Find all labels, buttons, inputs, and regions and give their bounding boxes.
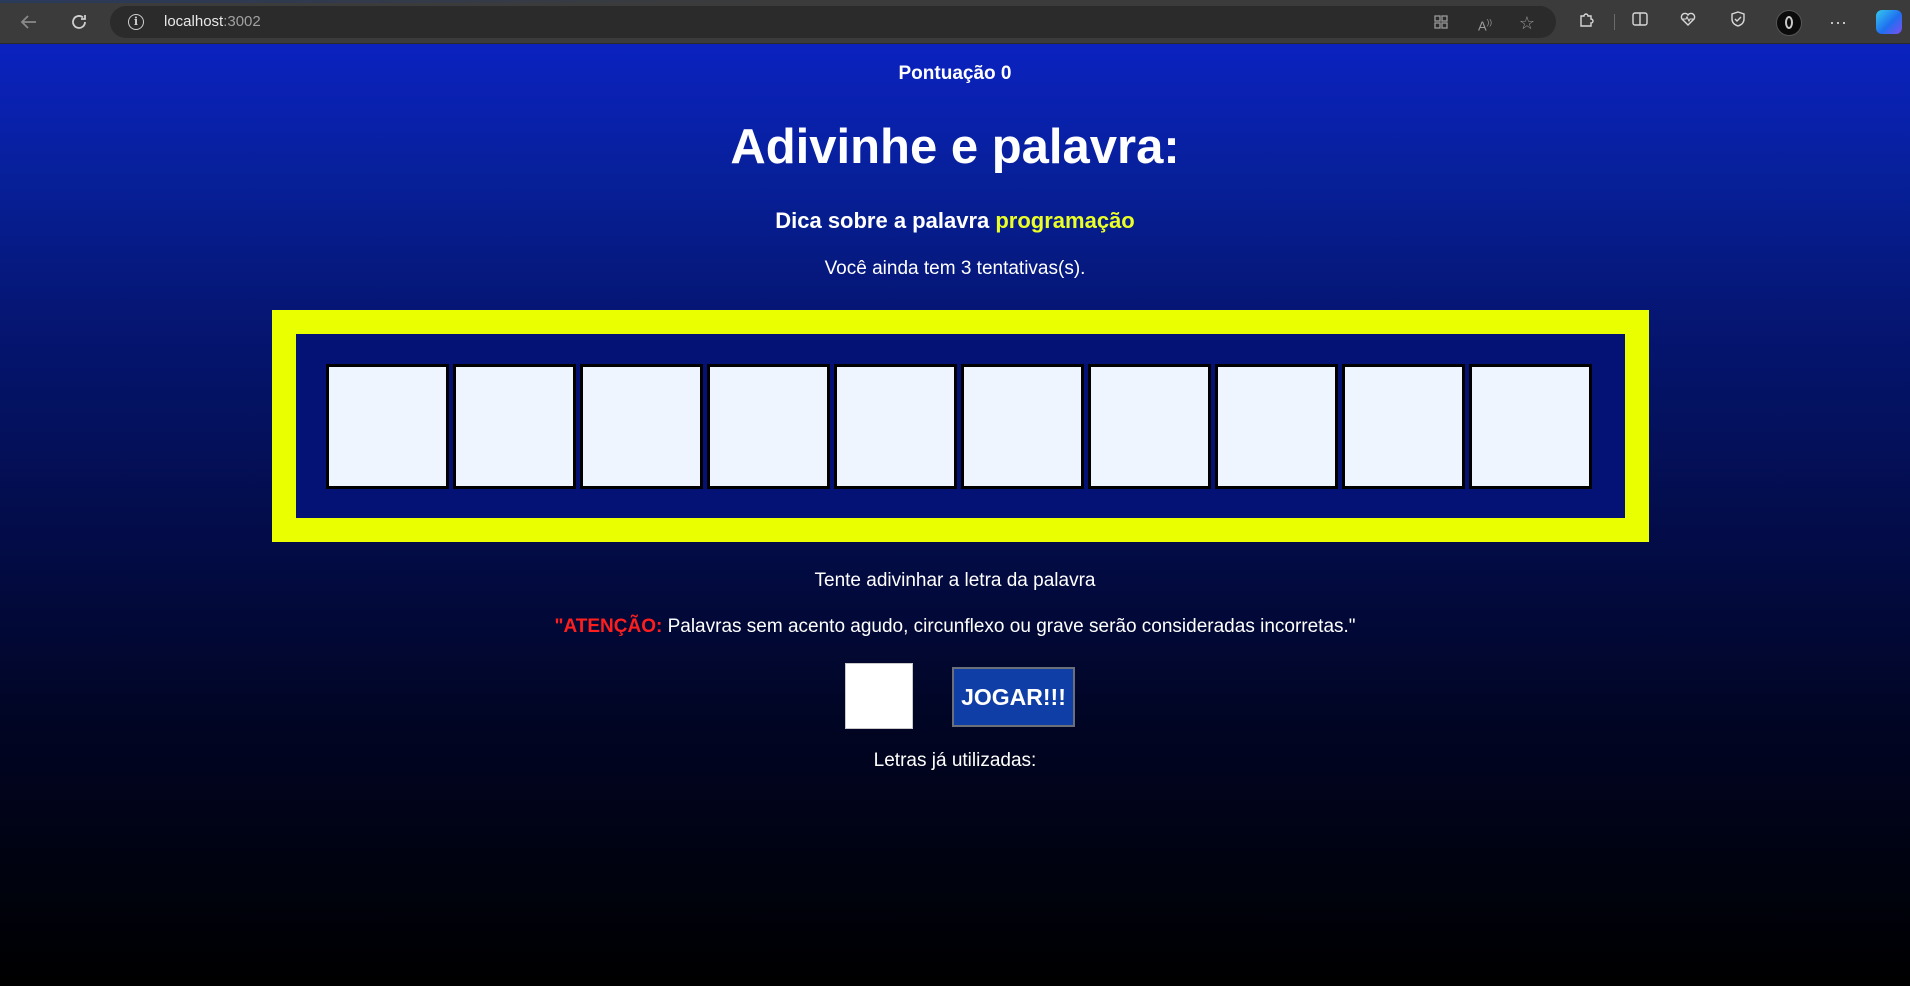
reload-icon — [72, 15, 86, 29]
letter-box — [453, 364, 576, 489]
back-button[interactable] — [14, 8, 44, 36]
url-host: localhost — [164, 13, 224, 30]
hint-prefix: Dica sobre a palavra — [775, 208, 996, 233]
hint-word: programação — [995, 208, 1135, 233]
puzzle-icon[interactable] — [1574, 10, 1598, 34]
letter-input[interactable] — [845, 663, 913, 729]
shield-icon[interactable] — [1726, 10, 1750, 34]
address-bar[interactable]: i localhost:3002 A)) ☆ — [110, 6, 1556, 38]
warning-text: "ATENÇÃO: Palavras sem acento agudo, cir… — [0, 616, 1910, 638]
letter-box — [1088, 364, 1211, 489]
page-title: Adivinhe e palavra: — [730, 120, 1180, 174]
letter-box — [961, 364, 1084, 489]
url-text[interactable]: localhost:3002 — [164, 13, 261, 30]
used-letters-label: Letras já utilizadas: — [873, 750, 1037, 771]
warning-label: "ATENÇÃO: — [554, 616, 663, 637]
reload-button[interactable] — [64, 8, 94, 36]
info-icon[interactable]: i — [128, 14, 144, 30]
remaining-tries: Você ainda tem 3 tentativas(s). — [824, 258, 1086, 279]
browser-toolbar: i localhost:3002 A)) ☆ ··· — [0, 0, 1910, 44]
word-board — [296, 334, 1625, 518]
copilot-icon[interactable] — [1876, 10, 1902, 34]
avatar[interactable] — [1776, 10, 1802, 36]
app-grid-icon[interactable] — [1432, 14, 1450, 32]
warning-message: Palavras sem acento agudo, circunflexo o… — [662, 616, 1356, 637]
play-button[interactable]: JOGAR!!! — [952, 667, 1075, 727]
toolbar-separator — [1614, 14, 1615, 30]
letter-box — [1469, 364, 1592, 489]
score-label: Pontuação 0 — [898, 63, 1012, 84]
arrow-left-icon — [20, 15, 36, 29]
toolbar-accent — [0, 0, 1910, 3]
star-icon[interactable]: ☆ — [1518, 14, 1536, 32]
url-port: :3002 — [223, 13, 261, 30]
letter-box — [580, 364, 703, 489]
split-screen-icon[interactable] — [1628, 10, 1652, 34]
letter-box — [1215, 364, 1338, 489]
hint-line: Dica sobre a palavra programação — [0, 208, 1910, 234]
letter-box — [834, 364, 957, 489]
read-aloud-icon[interactable]: A)) — [1476, 14, 1494, 33]
heart-pulse-icon[interactable] — [1676, 10, 1700, 34]
letter-box — [326, 364, 449, 489]
more-dots-icon[interactable]: ··· — [1826, 10, 1850, 34]
instruction-text: Tente adivinhar a letra da palavra — [814, 570, 1096, 591]
letter-row — [326, 364, 1595, 489]
letter-box — [707, 364, 830, 489]
game-page: Pontuação 0 Adivinhe e palavra: Dica sob… — [0, 44, 1910, 986]
letter-box — [1342, 364, 1465, 489]
word-board-frame — [272, 310, 1649, 542]
